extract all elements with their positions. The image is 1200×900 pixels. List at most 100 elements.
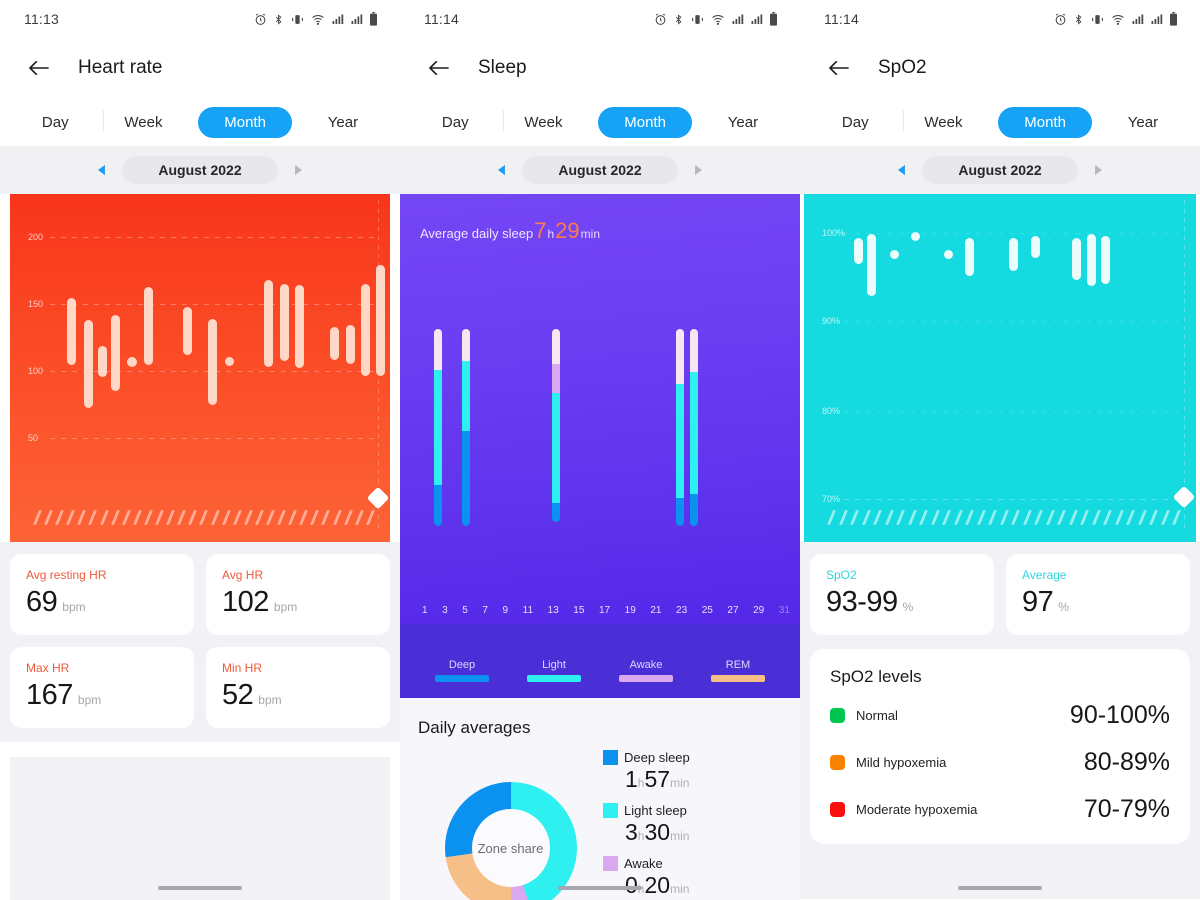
unit-h: h: [637, 829, 645, 843]
hr-bar: [208, 319, 217, 405]
phone-screen-sleep: 11:14 Sleep Day Week Month Year August 2…: [400, 0, 800, 900]
card-value: 52: [222, 679, 254, 711]
tab-year[interactable]: Year: [308, 107, 378, 138]
card-value: 97: [1022, 586, 1054, 618]
xtick: 7: [482, 605, 488, 616]
card-value: 93-99: [826, 586, 898, 618]
tick: [1137, 510, 1147, 525]
battery-icon: [369, 12, 378, 26]
title-bar: SpO2: [800, 38, 1200, 98]
signal-icon-1: [331, 13, 344, 25]
legend-deep: Deep: [435, 659, 489, 682]
tick: [321, 510, 331, 525]
xtick: 23: [676, 605, 688, 616]
bluetooth-icon: [273, 13, 284, 26]
tab-day[interactable]: Day: [422, 107, 489, 138]
xtick: 9: [502, 605, 509, 616]
tick: [1102, 510, 1113, 525]
back-arrow-icon[interactable]: [26, 55, 52, 81]
next-month-icon[interactable]: [688, 159, 710, 181]
tab-week[interactable]: Week: [504, 107, 582, 138]
tab-year[interactable]: Year: [1108, 107, 1178, 138]
sleep-chart-legend: Deep Light Awake REM: [400, 659, 800, 682]
card-label: Average: [1022, 568, 1067, 582]
xtick: 27: [727, 605, 739, 616]
tick: [1148, 510, 1159, 525]
hr-bar: [264, 280, 273, 367]
sleep-stack-bar: [676, 329, 684, 526]
unit-h: h: [637, 776, 645, 790]
stat-card-avg-hr[interactable]: Avg HR 102 bpm: [206, 554, 390, 635]
alarm-icon: [654, 13, 667, 26]
xtick: 1: [422, 605, 428, 616]
prev-month-icon[interactable]: [890, 159, 912, 181]
tick: [918, 510, 929, 525]
xtick: 11: [522, 605, 534, 616]
spo2-level-normal: Normal 90-100%: [830, 701, 1170, 730]
battery-icon: [769, 12, 778, 26]
heart-rate-chart[interactable]: 200 150 100 50: [10, 194, 390, 542]
current-month-label[interactable]: August 2022: [122, 156, 278, 184]
tick: [210, 510, 220, 525]
prev-month-icon[interactable]: [490, 159, 512, 181]
tick: [895, 510, 906, 525]
level-range: 70-79%: [1083, 795, 1170, 823]
tick: [143, 510, 153, 525]
home-indicator: [158, 886, 242, 890]
tab-day[interactable]: Day: [22, 107, 89, 138]
current-month-label[interactable]: August 2022: [522, 156, 678, 184]
tab-month[interactable]: Month: [998, 106, 1092, 138]
sleep-chart[interactable]: Average daily sleep 7 h 29 min 1 3 5 7 9…: [400, 194, 800, 624]
next-month-icon[interactable]: [288, 159, 310, 181]
xtick: 31: [778, 605, 790, 616]
spo2-chart[interactable]: 100% 90% 80% 70%: [804, 194, 1196, 542]
status-bar: 11:14: [800, 0, 1200, 38]
card-unit: %: [902, 600, 914, 614]
tab-week[interactable]: Week: [904, 107, 982, 138]
seg-light: [462, 360, 470, 432]
month-navigator: August 2022: [0, 146, 400, 194]
hr-bar: [98, 346, 107, 377]
tab-year[interactable]: Year: [708, 107, 778, 138]
status-dot-mild: [830, 755, 845, 770]
tab-divider: [903, 110, 904, 132]
tick: [964, 510, 975, 525]
tick: [177, 510, 187, 525]
prev-month-icon[interactable]: [90, 159, 112, 181]
legend-swatch: [527, 675, 581, 682]
stat-card-spo2-range[interactable]: SpO2 93-99%: [810, 554, 994, 635]
back-arrow-icon[interactable]: [826, 55, 852, 81]
tick: [941, 510, 952, 525]
status-clock: 11:13: [24, 11, 59, 27]
card-label: Avg HR: [222, 568, 264, 582]
hr-bar: [376, 265, 385, 376]
xtick: 15: [573, 605, 585, 616]
phone-screen-spo2: 11:14 SpO2 Day Week Month Year August 20…: [800, 0, 1200, 900]
period-tabs: Day Week Month Year: [800, 98, 1200, 146]
tick: [1125, 510, 1136, 525]
next-month-icon[interactable]: [1088, 159, 1110, 181]
seg-rem: [462, 329, 470, 361]
current-month-label[interactable]: August 2022: [922, 156, 1078, 184]
tick: [310, 510, 320, 525]
tick: [232, 510, 242, 525]
tab-day[interactable]: Day: [822, 107, 889, 138]
card-unit: bpm: [62, 600, 86, 614]
seg-deep: [434, 484, 442, 526]
back-arrow-icon[interactable]: [426, 55, 452, 81]
stat-card-max-hr[interactable]: Max HR 167 bpm: [10, 647, 194, 728]
stat-card-spo2-average[interactable]: Average 97%: [1006, 554, 1190, 635]
tab-month[interactable]: Month: [198, 106, 292, 138]
signal-icon-1: [1131, 13, 1144, 25]
tab-month[interactable]: Month: [598, 106, 692, 138]
tab-week[interactable]: Week: [104, 107, 182, 138]
zone-share-donut[interactable]: Zone share: [444, 782, 577, 900]
stat-card-avg-resting-hr[interactable]: Avg resting HR 69 bpm: [10, 554, 194, 635]
title-bar: Heart rate: [0, 38, 400, 98]
xtick: 19: [624, 605, 636, 616]
status-icons: [1054, 12, 1178, 26]
seg-deep: [552, 502, 560, 522]
stat-card-min-hr[interactable]: Min HR 52 bpm: [206, 647, 390, 728]
legend-label: Deep sleep: [624, 750, 690, 765]
bluetooth-icon: [673, 13, 684, 26]
